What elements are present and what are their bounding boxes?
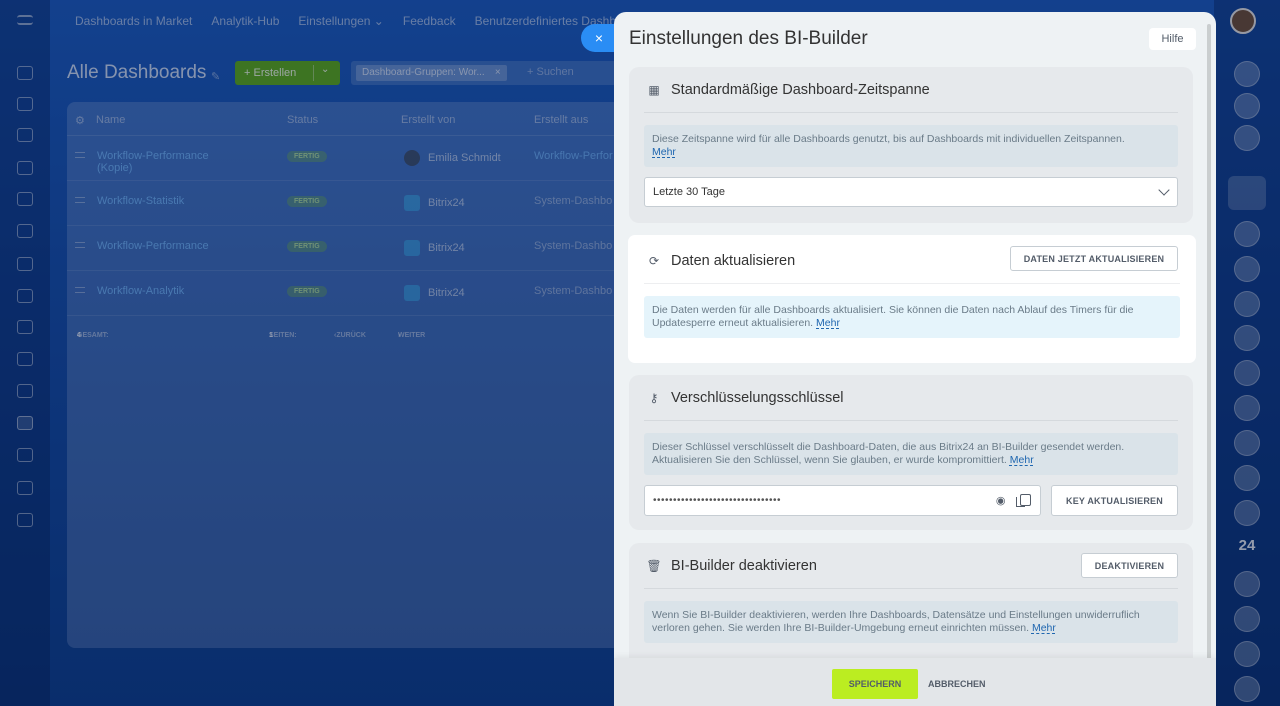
encryption-key-field[interactable]: •••••••••••••••••••••••••••••••• ◉ xyxy=(644,485,1041,516)
close-icon: × xyxy=(594,30,604,46)
close-panel-button[interactable]: × xyxy=(581,24,615,52)
refresh-section: ⟳ Daten aktualisieren DATEN JETZT AKTUAL… xyxy=(631,238,1193,360)
key-value: •••••••••••••••••••••••••••••••• xyxy=(653,495,782,506)
panel-title: Einstellungen des BI-Builder xyxy=(629,28,868,49)
key-icon: ⚷ xyxy=(649,390,659,405)
scrollbar[interactable] xyxy=(1207,24,1211,689)
section-title: BI-Builder deaktivieren xyxy=(671,557,817,574)
deactivate-section: 🗑 BI-Builder deaktivieren DEAKTIVIEREN W… xyxy=(629,543,1193,673)
more-link[interactable]: Mehr xyxy=(1032,622,1056,634)
info-box: Wenn Sie BI-Builder deaktivieren, werden… xyxy=(644,601,1178,643)
section-header: 🗑 BI-Builder deaktivieren xyxy=(646,543,817,588)
encryption-key-section: ⚷ Verschlüsselungsschlüssel Dieser Schlü… xyxy=(629,375,1193,530)
panel-footer: SPEICHERN ABBRECHEN xyxy=(614,658,1216,706)
chevron-down-icon xyxy=(1158,184,1170,196)
section-title: Verschlüsselungsschlüssel xyxy=(671,389,844,406)
select-value: Letzte 30 Tage xyxy=(653,186,725,198)
info-text: Dieser Schlüssel verschlüsselt die Dashb… xyxy=(652,441,1125,466)
calendar-icon: ▦ xyxy=(648,82,660,97)
info-text: Wenn Sie BI-Builder deaktivieren, werden… xyxy=(652,609,1140,634)
more-link[interactable]: Mehr xyxy=(816,317,840,329)
section-title: Standardmäßige Dashboard-Zeitspanne xyxy=(671,81,930,98)
more-link[interactable]: Mehr xyxy=(652,146,676,158)
section-title: Daten aktualisieren xyxy=(671,252,796,269)
info-box: Die Daten werden für alle Dashboards akt… xyxy=(644,296,1180,338)
section-header: ▦ Standardmäßige Dashboard-Zeitspanne xyxy=(647,67,930,112)
trash-icon: 🗑 xyxy=(646,558,662,573)
hide-key-icon[interactable]: ◉ xyxy=(996,494,1006,507)
info-text: Diese Zeitspanne wird für alle Dashboard… xyxy=(652,133,1125,145)
cancel-button[interactable]: ABBRECHEN xyxy=(928,669,986,699)
update-key-button[interactable]: KEY AKTUALISIEREN xyxy=(1051,485,1178,516)
copy-icon[interactable] xyxy=(1016,494,1031,507)
help-button[interactable]: Hilfe xyxy=(1149,28,1196,50)
info-box: Diese Zeitspanne wird für alle Dashboard… xyxy=(644,125,1178,167)
info-box: Dieser Schlüssel verschlüsselt die Dashb… xyxy=(644,433,1178,475)
refresh-now-button[interactable]: DATEN JETZT AKTUALISIEREN xyxy=(1010,246,1178,271)
section-header: ⚷ Verschlüsselungsschlüssel xyxy=(647,375,844,420)
settings-panel: Einstellungen des BI-Builder Hilfe ▦ Sta… xyxy=(614,12,1216,706)
deactivate-button[interactable]: DEAKTIVIEREN xyxy=(1081,553,1178,578)
save-button[interactable]: SPEICHERN xyxy=(832,669,918,699)
info-text: Die Daten werden für alle Dashboards akt… xyxy=(652,304,1134,329)
section-header: ⟳ Daten aktualisieren xyxy=(647,238,795,283)
timespan-select[interactable]: Letzte 30 Tage xyxy=(644,177,1178,207)
timespan-section: ▦ Standardmäßige Dashboard-Zeitspanne Di… xyxy=(629,67,1193,223)
more-link[interactable]: Mehr xyxy=(1010,454,1034,466)
refresh-icon: ⟳ xyxy=(648,253,660,268)
